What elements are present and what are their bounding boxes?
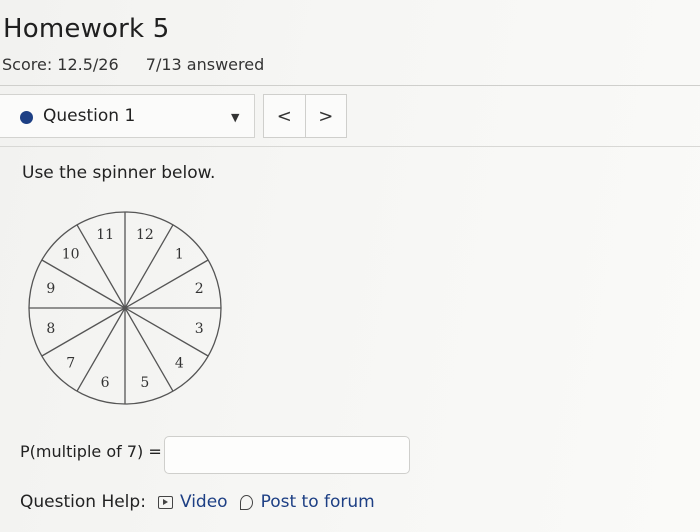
answered-count: 7/13 answered (145, 55, 265, 74)
score-line: Score: 12.5/26 7/13 answered (2, 55, 264, 74)
question-help-label: Question Help: (20, 492, 146, 512)
post-to-forum-link[interactable]: Post to forum (239, 492, 375, 512)
question-prompt: Use the spinner below. (22, 163, 216, 183)
video-icon (157, 495, 173, 509)
score-text: Score: 12.5/26 (2, 55, 119, 74)
answer-label: P(multiple of 7) = (20, 442, 162, 461)
spinner-sector-label: 9 (46, 281, 55, 297)
spinner-sector-label: 8 (46, 321, 55, 337)
question-selector[interactable]: Question 1 ▼ (0, 94, 255, 138)
spinner-sector-label: 3 (195, 321, 204, 337)
answer-input[interactable] (164, 436, 410, 474)
spinner-sector-label: 5 (140, 375, 149, 391)
dropdown-caret-icon: ▼ (231, 111, 240, 124)
divider (0, 146, 700, 147)
spinner-sector-label: 4 (175, 355, 184, 371)
question-selector-label: Question 1 (43, 106, 136, 126)
spinner-sector-label: 1 (175, 247, 184, 263)
spinner-sector-label: 10 (62, 247, 80, 263)
page-title: Homework 5 (3, 14, 170, 44)
question-nav-buttons: < > (263, 94, 347, 138)
previous-question-button[interactable]: < (264, 95, 306, 137)
post-to-forum-label: Post to forum (260, 492, 375, 512)
spinner-sector-label: 12 (136, 227, 154, 243)
speech-bubble-icon (239, 494, 253, 510)
question-help: Question Help: Video Post to forum (20, 492, 375, 512)
question-status-dot-icon (20, 111, 33, 124)
spinner-sector-label: 7 (66, 355, 75, 371)
video-link[interactable]: Video (157, 492, 228, 512)
video-link-label: Video (179, 492, 228, 512)
divider (0, 85, 700, 86)
spinner-sector-label: 6 (101, 375, 110, 391)
spinner-diagram: 121234567891011 (28, 211, 222, 405)
next-question-button[interactable]: > (306, 95, 347, 137)
spinner-sector-label: 11 (96, 227, 114, 243)
spinner-sector-label: 2 (195, 281, 204, 297)
